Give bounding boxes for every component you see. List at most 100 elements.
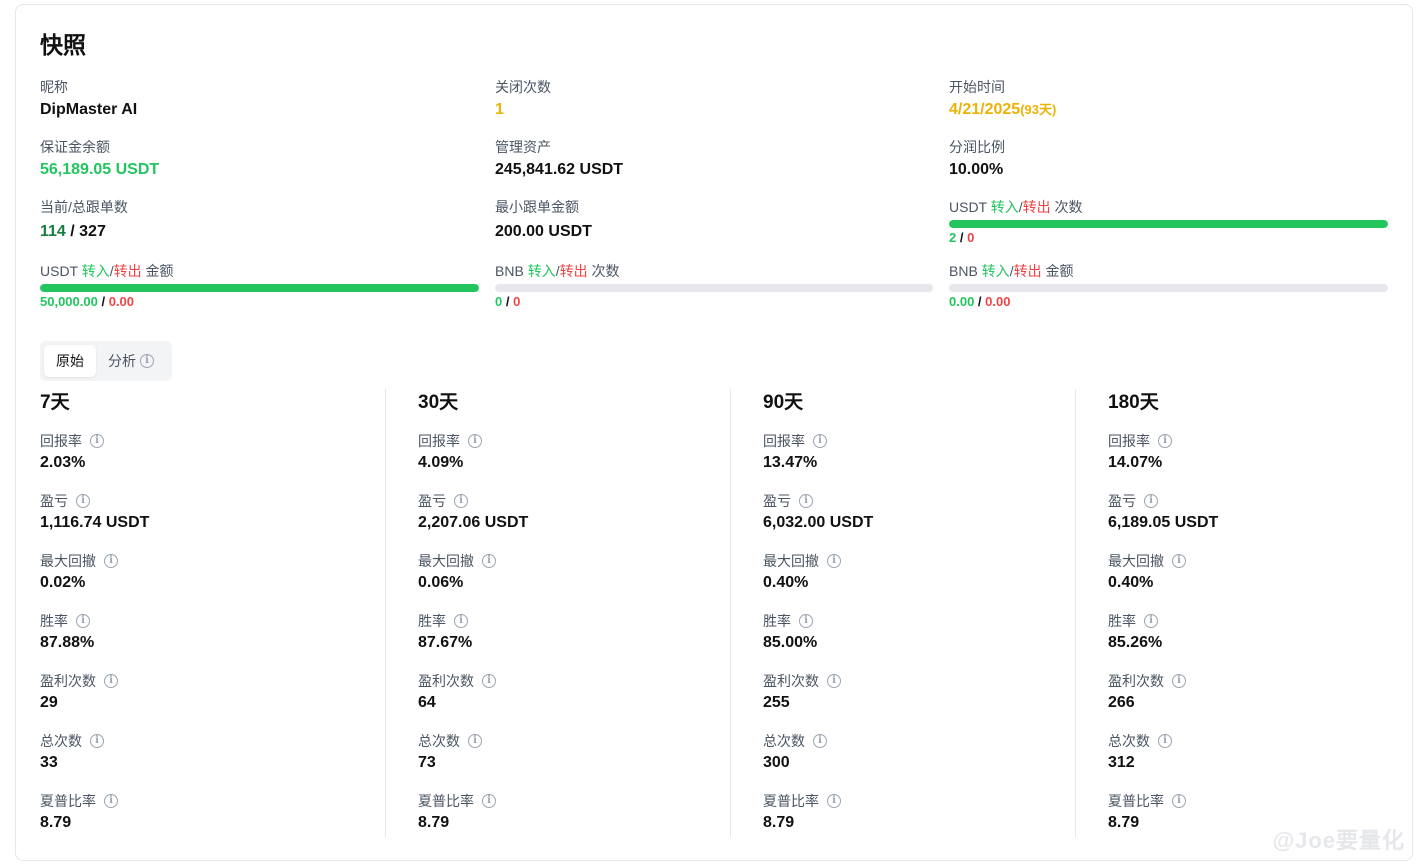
profit-share-block: 分润比例 10.00%	[949, 138, 1005, 180]
info-icon[interactable]: i	[1144, 614, 1158, 628]
metric-label: 夏普比率 i	[1108, 792, 1218, 810]
metric-label: 最大回撤 i	[763, 552, 873, 570]
metric-value: 8.79	[40, 814, 72, 831]
period-column: 90天 回报率 i 13.47% 盈亏 i 6,032.00 USDT 最大回撤 i 0.40% 胜…	[763, 390, 873, 836]
metric-sharpe: 夏普比率 i 8.79	[40, 776, 149, 836]
metric-label: 盈利次数 i	[1108, 672, 1218, 690]
metric-value: 0.40%	[1108, 574, 1154, 591]
nickname-block: 昵称 DipMaster AI	[40, 78, 137, 120]
info-icon[interactable]: i	[104, 674, 118, 688]
metric-pnl: 盈亏 i 6,189.05 USDT	[1108, 476, 1218, 536]
column-divider	[1075, 389, 1076, 837]
margin-balance-value: 56,189.05 USDT	[40, 161, 160, 178]
metric-label: 总次数 i	[418, 732, 528, 750]
margin-balance-block: 保证金余额 56,189.05 USDT	[40, 138, 159, 180]
metric-label: 盈利次数 i	[418, 672, 528, 690]
bnb-transfer-count-block: BNB 转入/转出 次数 0 / 0	[495, 262, 933, 310]
bnb-amount-progress	[949, 284, 1388, 292]
info-icon[interactable]: i	[104, 794, 118, 808]
metric-label: 夏普比率 i	[418, 792, 528, 810]
info-icon[interactable]: i	[827, 794, 841, 808]
metric-return-rate: 回报率 i 4.09%	[418, 416, 528, 476]
min-copy-value: 200.00 USDT	[495, 223, 592, 240]
info-icon[interactable]: i	[1172, 794, 1186, 808]
info-icon[interactable]: i	[454, 494, 468, 508]
info-icon[interactable]: i	[813, 434, 827, 448]
metric-value: 8.79	[763, 814, 795, 831]
info-icon[interactable]: i	[90, 734, 104, 748]
close-count-value: 1	[495, 101, 504, 118]
info-icon[interactable]: i	[813, 734, 827, 748]
close-count-block: 关闭次数 1	[495, 78, 551, 120]
metric-label: 盈亏 i	[1108, 492, 1218, 510]
metric-pnl: 盈亏 i 1,116.74 USDT	[40, 476, 149, 536]
info-icon[interactable]: i	[1158, 734, 1172, 748]
metric-value: 2,207.06 USDT	[418, 514, 529, 531]
metric-label: 总次数 i	[763, 732, 873, 750]
metric-sharpe: 夏普比率 i 8.79	[418, 776, 528, 836]
metric-win-count: 盈利次数 i 255	[763, 656, 873, 716]
metric-label: 盈利次数 i	[763, 672, 873, 690]
metric-value: 1,116.74 USDT	[40, 514, 150, 531]
nickname-label: 昵称	[40, 79, 68, 95]
metric-pnl: 盈亏 i 6,032.00 USDT	[763, 476, 873, 536]
info-icon[interactable]: i	[1172, 674, 1186, 688]
metric-value: 73	[418, 754, 436, 771]
metric-label: 盈亏 i	[418, 492, 528, 510]
period-title: 90天	[763, 392, 804, 413]
period-title: 30天	[418, 392, 459, 413]
bnb-amount-label: BNB 转入/转出 金额	[949, 263, 1074, 279]
metric-return-rate: 回报率 i 13.47%	[763, 416, 873, 476]
metric-value: 33	[40, 754, 58, 771]
metric-label: 回报率 i	[1108, 432, 1218, 450]
view-tabs: 原始 分析 i	[40, 341, 172, 381]
info-icon[interactable]: i	[482, 674, 496, 688]
info-icon[interactable]: i	[1158, 434, 1172, 448]
metric-total-count: 总次数 i 300	[763, 716, 873, 776]
metric-win-count: 盈利次数 i 64	[418, 656, 528, 716]
info-icon[interactable]: i	[90, 434, 104, 448]
info-icon[interactable]: i	[799, 614, 813, 628]
aum-label: 管理资产	[495, 139, 551, 155]
start-days: (93天)	[1020, 102, 1057, 117]
info-icon[interactable]: i	[1172, 554, 1186, 568]
info-icon[interactable]: i	[482, 554, 496, 568]
metric-label: 回报率 i	[763, 432, 873, 450]
metric-label: 盈亏 i	[40, 492, 149, 510]
metric-value: 0.40%	[763, 574, 809, 591]
metric-label: 胜率 i	[418, 612, 528, 630]
info-icon[interactable]: i	[468, 434, 482, 448]
metric-label: 最大回撤 i	[418, 552, 528, 570]
metric-max-drawdown: 最大回撤 i 0.40%	[763, 536, 873, 596]
period-title: 7天	[40, 392, 70, 413]
metric-max-drawdown: 最大回撤 i 0.02%	[40, 536, 149, 596]
metric-value: 6,032.00 USDT	[763, 514, 874, 531]
info-icon[interactable]: i	[799, 494, 813, 508]
info-icon[interactable]: i	[827, 554, 841, 568]
copy-orders-value: 114 / 327	[40, 222, 128, 242]
metric-value: 0.06%	[418, 574, 464, 591]
info-icon[interactable]: i	[104, 554, 118, 568]
info-icon[interactable]: i	[454, 614, 468, 628]
info-icon[interactable]: i	[140, 354, 154, 368]
info-icon[interactable]: i	[482, 794, 496, 808]
metric-label: 总次数 i	[40, 732, 149, 750]
tab-raw[interactable]: 原始	[44, 345, 96, 377]
info-icon[interactable]: i	[827, 674, 841, 688]
info-icon[interactable]: i	[76, 494, 90, 508]
info-icon[interactable]: i	[468, 734, 482, 748]
bnb-amount-values: 0.00 / 0.00	[949, 294, 1011, 309]
copy-orders-label: 当前/总跟单数	[40, 199, 128, 215]
info-icon[interactable]: i	[76, 614, 90, 628]
metric-label: 盈亏 i	[763, 492, 873, 510]
metric-label: 盈利次数 i	[40, 672, 149, 690]
metric-total-count: 总次数 i 312	[1108, 716, 1218, 776]
metric-value: 0.02%	[40, 574, 86, 591]
usdt-transfer-amount-block: USDT 转入/转出 金额 50,000.00 / 0.00	[40, 262, 479, 310]
tab-analysis[interactable]: 分析 i	[96, 345, 154, 377]
metric-value: 300	[763, 754, 790, 771]
metric-value: 255	[763, 694, 790, 711]
info-icon[interactable]: i	[1144, 494, 1158, 508]
metric-max-drawdown: 最大回撤 i 0.40%	[1108, 536, 1218, 596]
metric-value: 8.79	[1108, 814, 1140, 831]
